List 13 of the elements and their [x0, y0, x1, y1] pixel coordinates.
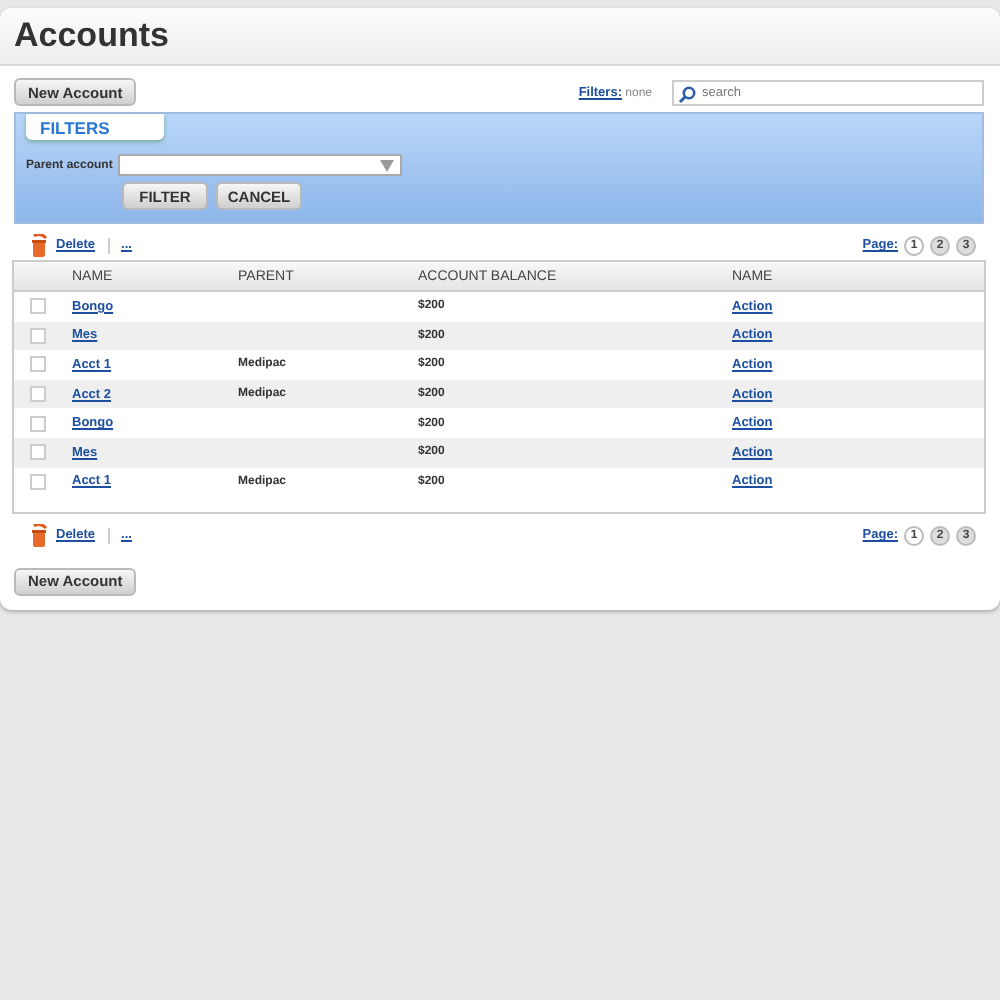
row-checkbox[interactable] [30, 356, 46, 373]
filters-title: FILTERS [40, 117, 110, 137]
dropdown-arrow-icon [380, 159, 395, 171]
row-checkbox[interactable] [30, 298, 46, 315]
row-checkbox[interactable] [30, 386, 46, 403]
row-checkbox[interactable] [30, 415, 46, 432]
trash-icon[interactable] [30, 523, 50, 548]
row-checkbox[interactable] [30, 473, 46, 490]
trash-icon[interactable] [30, 233, 50, 257]
page-title: Accounts [14, 16, 169, 56]
row-checkbox[interactable] [30, 444, 46, 461]
row-checkbox[interactable] [30, 327, 46, 344]
parent-account-dropdown[interactable] [118, 154, 403, 176]
